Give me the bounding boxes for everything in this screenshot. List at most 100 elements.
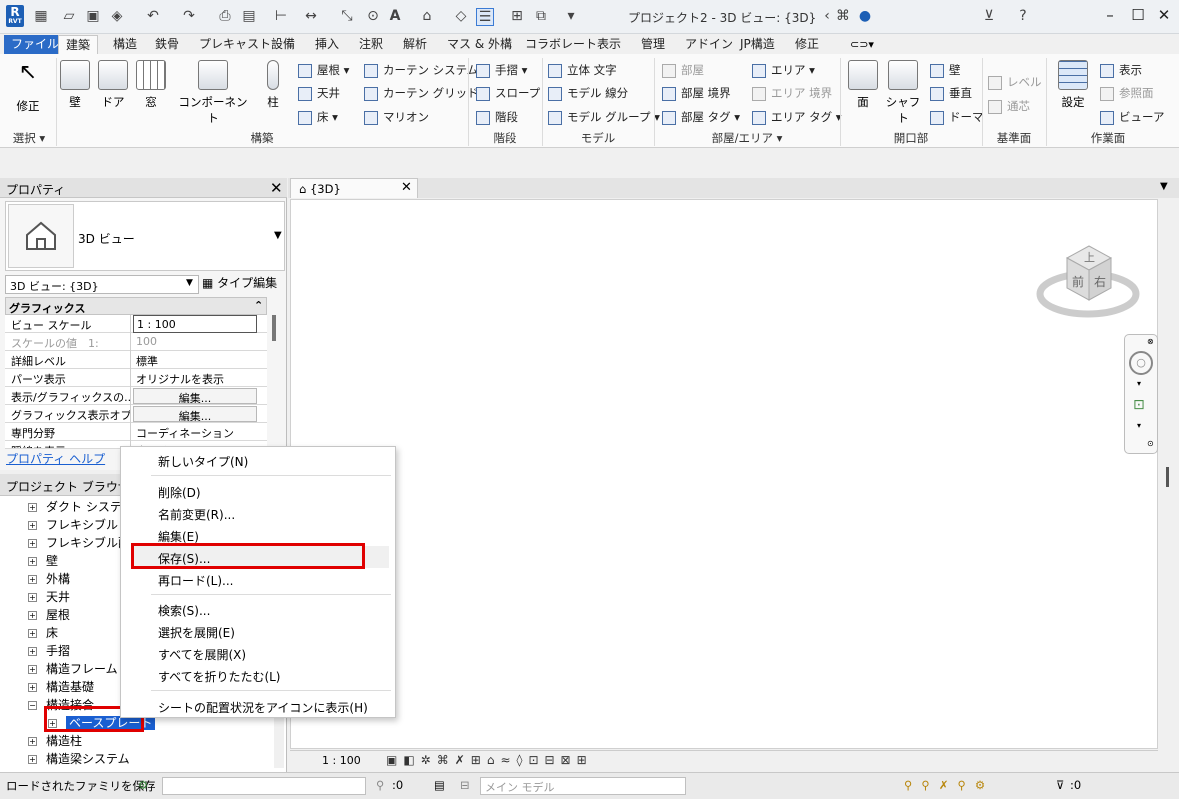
tree-item[interactable]: + 構造フレーム [28, 660, 118, 677]
tab-systems[interactable]: 設備 [264, 35, 302, 54]
design-option-icon[interactable]: ⊟ [460, 778, 470, 792]
collapse-icon[interactable]: ⌃ [254, 299, 263, 312]
properties-help-link[interactable]: プロパティ ヘルプ [6, 450, 105, 467]
tree-item[interactable]: + フレキシブル配 [28, 534, 130, 551]
model-group-button[interactable]: モデル グループ ▾ [548, 109, 660, 125]
ramp-button[interactable]: スロープ [476, 85, 540, 101]
menu-reload[interactable]: 再ロード(L)... [158, 572, 234, 589]
expand-icon[interactable]: + [28, 503, 37, 512]
tag-icon[interactable]: ⊙ [364, 8, 382, 26]
spot-icon[interactable]: ⤡ [338, 8, 356, 26]
menu-expand-all[interactable]: すべてを展開(X) [158, 646, 246, 663]
panel-select[interactable]: 選択 ▾ [4, 130, 54, 146]
tree-item[interactable]: + フレキシブル ダ [28, 516, 134, 533]
tab-analyze[interactable]: 解析 [396, 35, 434, 54]
area-boundary-button[interactable]: エリア 境界 [752, 85, 832, 101]
roof-button[interactable]: 屋根 ▾ [298, 62, 349, 78]
stair-button[interactable]: 階段 [476, 109, 518, 125]
expand-icon[interactable]: + [28, 737, 37, 746]
steering-wheel-icon[interactable]: ○ [1129, 351, 1153, 375]
expand-icon[interactable]: + [28, 539, 37, 548]
workset-field[interactable] [162, 777, 366, 795]
tab-modify[interactable]: 修正 [788, 35, 826, 54]
workset-icon[interactable]: ⚙ [138, 778, 148, 792]
level-button[interactable]: レベル [988, 74, 1042, 90]
selection-mode-icons[interactable]: ⚲⚲✗⚲⚙ [904, 778, 994, 792]
binoculars-icon[interactable]: ⌘ [834, 8, 852, 26]
user-icon[interactable]: ● [856, 8, 874, 26]
zoom-icon[interactable]: ⊡ [1133, 397, 1145, 413]
expand-icon[interactable]: + [28, 683, 37, 692]
viewer-button[interactable]: ビューア [1100, 109, 1165, 125]
property-value[interactable]: オリジナルを表示 [133, 369, 257, 387]
cart-icon[interactable]: ⊻ [980, 8, 998, 26]
open-icon[interactable]: ▱ [60, 8, 78, 26]
menu-new-type[interactable]: 新しいタイプ(N) [158, 453, 248, 470]
graphics-options-edit-button[interactable]: 編集... [133, 406, 257, 422]
vertical-scrollbar[interactable] [1160, 199, 1178, 769]
tab-list-icon[interactable]: ▼ [1160, 181, 1168, 192]
tab-annotate[interactable]: 注釈 [352, 35, 390, 54]
railing-button[interactable]: 手摺 ▾ [476, 62, 527, 78]
tree-item[interactable]: + 外構 [28, 570, 70, 587]
property-row[interactable]: パーツ表示 オリジナルを表示 [5, 369, 267, 387]
face-opening-button[interactable]: 面 [848, 60, 878, 110]
close-button[interactable]: ✕ [1154, 6, 1174, 26]
floor-button[interactable]: 床 ▾ [298, 109, 338, 125]
expand-icon[interactable]: + [28, 629, 37, 638]
property-row[interactable]: 表示/グラフィックスの... 編集... [5, 387, 267, 405]
menu-show-sheet-placement[interactable]: シートの配置状況をアイコンに表示(H) [158, 699, 368, 716]
tab-jp-structure[interactable]: JP構造 [733, 35, 782, 54]
room-tag-button[interactable]: 部屋 タグ ▾ [662, 109, 740, 125]
measure-icon[interactable]: ⊢ [272, 8, 290, 26]
menu-rename[interactable]: 名前変更(R)... [158, 506, 235, 523]
scroll-thumb[interactable] [1166, 467, 1169, 487]
group-header-graphics[interactable]: グラフィックス ⌃ [5, 297, 267, 315]
panel-room-area[interactable]: 部屋/エリア ▾ [656, 130, 838, 146]
text-icon[interactable]: A [386, 8, 404, 26]
collapse-icon[interactable]: − [28, 701, 37, 710]
dimension-icon[interactable]: ↔ [302, 8, 320, 26]
view-tab-3d[interactable]: ⌂ {3D} ✕ [290, 178, 418, 198]
tree-item[interactable]: + 構造基礎 [28, 678, 94, 695]
design-option-select[interactable]: メイン モデル [480, 777, 686, 795]
properties-close-icon[interactable]: ✕ [270, 179, 283, 197]
area-tag-button[interactable]: エリア タグ ▾ [752, 109, 842, 125]
curtain-system-button[interactable]: カーテン システム [364, 62, 478, 78]
view-scale[interactable]: 1 : 100 [322, 754, 361, 767]
panel-toggle-icon[interactable]: ⊂⊃▾ [850, 38, 874, 51]
model-text-button[interactable]: 立体 文字 [548, 62, 617, 78]
expand-icon[interactable]: + [28, 755, 37, 764]
tree-item[interactable]: + 壁 [28, 552, 58, 569]
close-hidden-icon[interactable]: ⊞ [508, 8, 526, 26]
show-workplane-button[interactable]: 表示 [1100, 62, 1142, 78]
modify-button[interactable]: ↖ 修正 [10, 62, 46, 114]
menu-collapse-all[interactable]: すべてを折りたたむ(L) [158, 668, 281, 685]
drawing-canvas[interactable]: 上 前 右 [290, 199, 1158, 749]
app-logo[interactable]: R RVT [6, 5, 24, 27]
type-dropdown-icon[interactable]: ▼ [274, 230, 282, 241]
mullion-button[interactable]: マリオン [364, 109, 429, 125]
vertical-opening-button[interactable]: 垂直 [930, 85, 972, 101]
tab-structure[interactable]: 構造 [106, 35, 144, 54]
section-icon[interactable]: ◇ [452, 8, 470, 26]
tree-item[interactable]: + 手摺 [28, 642, 70, 659]
view-control-icons[interactable]: ▣◧✲⌘✗⊞⌂≈◊⊡⊟⊠⊞ [386, 753, 593, 767]
expand-icon[interactable]: + [28, 647, 37, 656]
window-button[interactable]: 窓 [136, 60, 166, 110]
print-icon[interactable]: ⎙ [216, 8, 234, 26]
tab-addins[interactable]: アドイン [678, 35, 740, 54]
switch-windows-icon[interactable]: ⧉ [532, 8, 550, 26]
component-button[interactable]: コンポーネント [178, 60, 248, 126]
expand-icon[interactable]: + [28, 611, 37, 620]
instance-filter[interactable]: 3D ビュー: {3D} ▼ [5, 275, 199, 294]
tree-item[interactable]: + 屋根 [28, 606, 70, 623]
chevron-down-icon[interactable]: ▾ [1137, 379, 1141, 388]
room-button[interactable]: 部屋 [662, 62, 704, 78]
tree-item[interactable]: + 構造梁システム [28, 750, 130, 767]
save-icon[interactable]: ▣ [84, 8, 102, 26]
tab-view[interactable]: 表示 [590, 35, 628, 54]
wall-opening-button[interactable]: 壁 [930, 62, 961, 78]
dormer-button[interactable]: ドーマ [930, 109, 984, 125]
design-options-icon[interactable]: ▤ [434, 778, 445, 792]
